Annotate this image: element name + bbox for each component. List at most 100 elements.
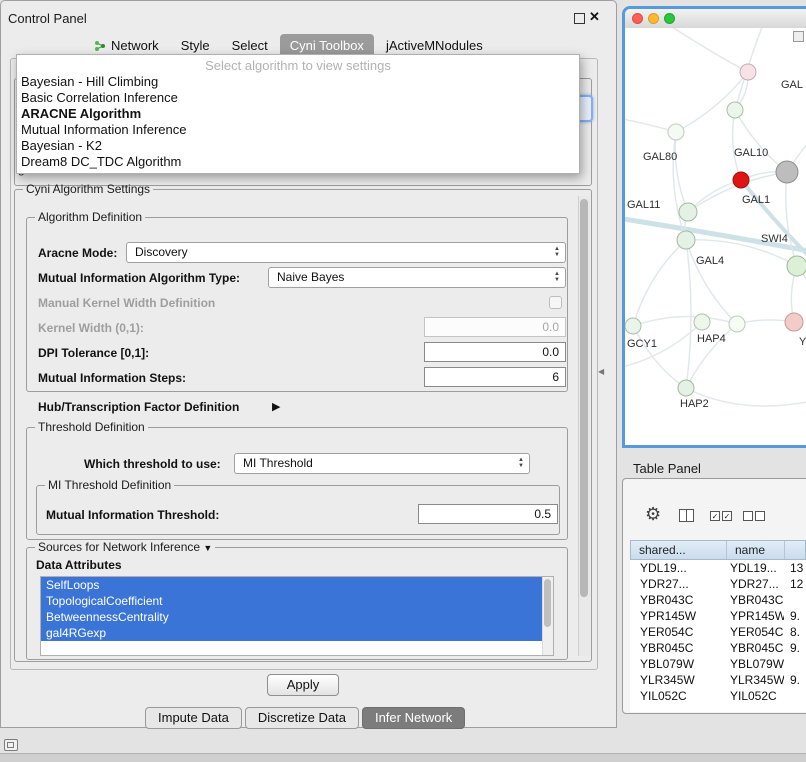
sources-legend-text: Sources for Network Inference <box>38 540 200 554</box>
table-header-cell[interactable]: name <box>727 541 785 559</box>
network-edge <box>633 316 737 326</box>
minimize-traffic-light[interactable] <box>648 13 659 24</box>
mi-threshold-field[interactable]: 0.5 <box>418 504 558 524</box>
birdseye-toggle-icon[interactable] <box>793 31 804 42</box>
show-columns-icon[interactable] <box>679 509 694 522</box>
float-window-icon[interactable] <box>574 13 585 24</box>
algorithm-option[interactable]: Dream8 DC_TDC Algorithm <box>17 154 579 170</box>
network-node[interactable] <box>776 161 798 183</box>
network-node[interactable] <box>733 172 749 188</box>
tab-label: Cyni Toolbox <box>290 38 364 53</box>
data-attributes-label: Data Attributes <box>36 558 122 572</box>
network-edge <box>735 110 787 172</box>
zoom-traffic-light[interactable] <box>664 13 675 24</box>
algorithm-placeholder: Select algorithm to view settings <box>17 57 579 74</box>
network-node[interactable] <box>740 64 756 80</box>
attribute-item[interactable]: BetweennessCentrality <box>41 609 553 625</box>
table-row[interactable]: YDR27...YDR27...12 <box>630 576 806 592</box>
table-row[interactable]: YBL079WYBL079W <box>630 656 806 672</box>
network-node[interactable] <box>679 203 697 221</box>
network-node-label: GAL10 <box>734 147 768 159</box>
tab-label: Network <box>111 38 159 53</box>
mi-threshold-label: Mutual Information Threshold: <box>46 508 219 522</box>
select-all-icon[interactable]: ✓✓ <box>710 511 732 521</box>
settings-scrollbar-thumb[interactable] <box>580 199 588 597</box>
network-node[interactable] <box>678 380 694 396</box>
network-node[interactable] <box>727 102 743 118</box>
table-row[interactable]: YBR043CYBR043C <box>630 592 806 608</box>
table-row[interactable]: YPR145WYPR145W9. <box>630 608 806 624</box>
table-cell: YBR045C <box>630 640 726 656</box>
table-cell: 9. <box>784 608 806 624</box>
tab-label: Style <box>181 38 210 53</box>
table-settings-gear-icon[interactable]: ⚙ <box>645 504 661 525</box>
network-edge <box>686 240 691 388</box>
table-cell: YPR145W <box>630 608 726 624</box>
deselect-all-icon[interactable] <box>743 511 765 521</box>
splitter-collapse-icon[interactable]: ◀ <box>598 367 604 376</box>
table-row[interactable]: YDL19...YDL19...13 <box>630 560 806 576</box>
attribute-item[interactable]: gal4RGexp <box>41 625 553 641</box>
table-cell: YBR045C <box>726 640 784 656</box>
mi-steps-field[interactable]: 6 <box>424 367 566 387</box>
network-edge <box>733 110 741 180</box>
mi-algorithm-type-select[interactable]: Naive Bayes ▲▼ <box>268 267 566 288</box>
dpi-tolerance-field[interactable]: 0.0 <box>424 342 566 362</box>
network-edge <box>675 132 688 212</box>
kernel-width-field[interactable]: 0.0 <box>424 317 566 337</box>
apply-button[interactable]: Apply <box>267 674 339 696</box>
table-row[interactable]: YER054CYER054C8. <box>630 624 806 640</box>
table-cell: 8. <box>784 624 806 640</box>
data-attributes-list[interactable]: SelfLoopsTopologicalCoefficientBetweenne… <box>40 576 554 656</box>
network-node[interactable] <box>677 231 695 249</box>
attributes-list-scrollbar-thumb[interactable] <box>544 579 551 627</box>
close-icon[interactable]: ✕ <box>589 9 600 25</box>
table-cell: 9. <box>784 640 806 656</box>
table-header-cell[interactable] <box>785 541 805 559</box>
algorithm-option[interactable]: ARACNE Algorithm <box>17 106 579 122</box>
algorithm-option[interactable]: Bayesian - K2 <box>17 138 579 154</box>
expand-right-icon[interactable]: ▶ <box>272 400 280 413</box>
close-traffic-light[interactable] <box>632 13 643 24</box>
network-node[interactable] <box>729 316 745 332</box>
network-node-label: GAL4 <box>696 255 724 267</box>
table-cell: YDR27... <box>726 576 784 592</box>
attribute-item[interactable]: SelfLoops <box>41 577 553 593</box>
network-node[interactable] <box>668 124 684 140</box>
bottom-tab-infer-network[interactable]: Infer Network <box>362 707 465 729</box>
stepper-arrows-icon: ▲▼ <box>554 246 560 258</box>
minimized-panel-icon[interactable] <box>4 739 18 751</box>
sources-legend[interactable]: Sources for Network Inference ▼ <box>35 540 215 554</box>
algorithm-option[interactable]: Mutual Information Inference <box>17 122 579 138</box>
table-cell: YIL052C <box>630 688 726 704</box>
network-node[interactable] <box>694 314 710 330</box>
table-row[interactable]: YIL052CYIL052C <box>630 688 806 704</box>
network-canvas[interactable]: GALGAL80GAL10GAL11GAL1SWI4GAL4GCY1HAP4YH… <box>625 28 806 445</box>
manual-kernel-checkbox[interactable] <box>549 296 562 309</box>
kernel-width-label: Kernel Width (0,1): <box>38 321 144 335</box>
network-node[interactable] <box>625 318 641 334</box>
manual-kernel-label: Manual Kernel Width Definition <box>38 296 215 310</box>
mi-threshold-legend: MI Threshold Definition <box>45 478 174 492</box>
bottom-tab-bar: Impute DataDiscretize DataInfer Network <box>145 707 465 729</box>
window-title: Control Panel <box>8 11 87 26</box>
attribute-item[interactable]: TopologicalCoefficient <box>41 593 553 609</box>
network-node[interactable] <box>785 313 803 331</box>
algorithm-option[interactable]: Basic Correlation Inference <box>17 90 579 106</box>
table-cell: 12 <box>784 576 806 592</box>
aracne-mode-select[interactable]: Discovery ▲▼ <box>126 242 566 263</box>
which-threshold-select[interactable]: MI Threshold ▲▼ <box>234 453 530 474</box>
network-node[interactable] <box>787 256 806 276</box>
table-row[interactable]: YBR045CYBR045C9. <box>630 640 806 656</box>
hub-section-label[interactable]: Hub/Transcription Factor Definition <box>38 400 239 414</box>
threshold-definition-legend: Threshold Definition <box>35 420 148 434</box>
table-cell: YBL079W <box>726 656 784 672</box>
table-row[interactable]: YLR345WYLR345W9. <box>630 672 806 688</box>
bottom-tab-discretize-data[interactable]: Discretize Data <box>245 707 359 729</box>
network-edge <box>633 240 686 326</box>
table-header-cell[interactable]: shared... <box>631 541 727 559</box>
table-cell: YDR27... <box>630 576 726 592</box>
algorithm-option[interactable]: Bayesian - Hill Climbing <box>17 74 579 90</box>
bottom-tab-impute-data[interactable]: Impute Data <box>145 707 242 729</box>
table-cell: YER054C <box>726 624 784 640</box>
